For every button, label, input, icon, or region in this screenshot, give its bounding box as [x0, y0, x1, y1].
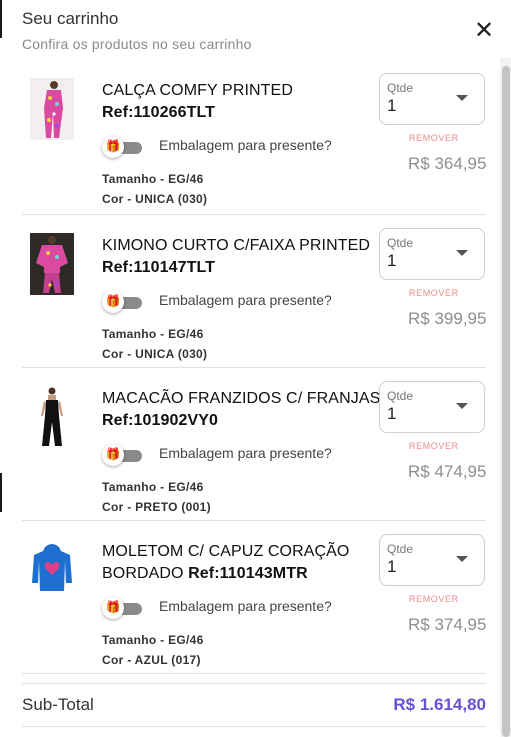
chevron-down-icon[interactable]: [456, 556, 468, 562]
product-ref: Ref:110147TLT: [102, 259, 216, 276]
product-title[interactable]: CALÇA COMFY PRINTED: [102, 82, 293, 99]
printed-kimono-image[interactable]: [30, 233, 74, 295]
remove-button[interactable]: REMOVER: [409, 133, 459, 143]
size-label: Tamanho - EG/46: [102, 480, 204, 494]
quantity-select[interactable]: Qtde 1: [379, 534, 485, 586]
gift-wrap-row: 🎁 Embalagem para presente?: [102, 597, 362, 619]
cart-item: MACACÃO FRANZIDOS C/ FRANJAS Ref:101902V…: [22, 368, 486, 521]
cart-items-list: CALÇA COMFY PRINTED Ref:110266TLT 🎁 Embal…: [22, 60, 486, 674]
gift-wrap-label: Embalagem para presente?: [159, 137, 332, 153]
gift-wrap-label: Embalagem para presente?: [159, 445, 332, 461]
color-label: Cor - UNICA (030): [102, 192, 208, 206]
quantity-label: Qtde: [387, 389, 414, 403]
chevron-down-icon[interactable]: [456, 403, 468, 409]
product-name[interactable]: MOLETOM C/ CAPUZ CORAÇÃO BORDADO Ref:110…: [102, 541, 387, 585]
chevron-down-icon[interactable]: [456, 95, 468, 101]
remove-button[interactable]: REMOVER: [409, 288, 459, 298]
gift-wrap-label: Embalagem para presente?: [159, 292, 332, 308]
product-name[interactable]: CALÇA COMFY PRINTED Ref:110266TLT: [102, 80, 387, 124]
quantity-label: Qtde: [387, 236, 414, 250]
quantity-select[interactable]: Qtde 1: [379, 73, 485, 125]
gift-icon: 🎁: [102, 444, 124, 466]
product-title[interactable]: MACACÃO FRANZIDOS C/ FRANJAS: [102, 390, 380, 407]
subtotal-value: R$ 1.614,80: [393, 695, 486, 714]
subtotal-row: Sub-Total R$ 1.614,80: [22, 683, 486, 727]
close-icon[interactable]: ✕: [472, 19, 496, 44]
gift-wrap-toggle[interactable]: 🎁: [102, 136, 142, 158]
size-label: Tamanho - EG/46: [102, 327, 204, 341]
quantity-label: Qtde: [387, 542, 414, 556]
cart-header: Seu carrinho Confira os produtos no seu …: [22, 8, 482, 52]
black-jumpsuit-image[interactable]: [30, 386, 74, 448]
cart-item: MOLETOM C/ CAPUZ CORAÇÃO BORDADO Ref:110…: [22, 521, 486, 674]
gift-wrap-row: 🎁 Embalagem para presente?: [102, 291, 362, 313]
product-ref: Ref:110143MTR: [188, 565, 308, 582]
blue-heart-hoodie-image[interactable]: [30, 539, 74, 601]
cart-item: CALÇA COMFY PRINTED Ref:110266TLT 🎁 Embal…: [22, 60, 486, 215]
gift-wrap-toggle[interactable]: 🎁: [102, 597, 142, 619]
cart-item: KIMONO CURTO C/FAIXA PRINTED Ref:110147TL…: [22, 215, 486, 368]
gift-wrap-row: 🎁 Embalagem para presente?: [102, 136, 362, 158]
size-label: Tamanho - EG/46: [102, 633, 204, 647]
product-name[interactable]: KIMONO CURTO C/FAIXA PRINTED Ref:110147TL…: [102, 235, 387, 279]
quantity-value[interactable]: 1: [387, 404, 396, 424]
gift-wrap-label: Embalagem para presente?: [159, 598, 332, 614]
scrollbar-thumb[interactable]: [502, 66, 510, 737]
quantity-select[interactable]: Qtde 1: [379, 381, 485, 433]
chevron-down-icon[interactable]: [456, 250, 468, 256]
product-ref: Ref:101902VY0: [102, 412, 219, 429]
quantity-select[interactable]: Qtde 1: [379, 228, 485, 280]
quantity-value[interactable]: 1: [387, 96, 396, 116]
remove-button[interactable]: REMOVER: [409, 594, 459, 604]
background-edge: [0, 0, 2, 737]
item-price: R$ 399,95: [408, 309, 487, 328]
color-label: Cor - AZUL (017): [102, 653, 201, 667]
product-title[interactable]: KIMONO CURTO C/FAIXA PRINTED: [102, 237, 370, 254]
size-label: Tamanho - EG/46: [102, 172, 204, 186]
gift-wrap-toggle[interactable]: 🎁: [102, 291, 142, 313]
product-ref: Ref:110266TLT: [102, 104, 216, 121]
remove-button[interactable]: REMOVER: [409, 441, 459, 451]
cart-title: Seu carrinho: [22, 9, 119, 28]
item-price: R$ 364,95: [408, 154, 487, 173]
quantity-label: Qtde: [387, 81, 414, 95]
product-name[interactable]: MACACÃO FRANZIDOS C/ FRANJAS Ref:101902V…: [102, 388, 387, 432]
gift-wrap-toggle[interactable]: 🎁: [102, 444, 142, 466]
quantity-value[interactable]: 1: [387, 557, 396, 577]
gift-wrap-row: 🎁 Embalagem para presente?: [102, 444, 362, 466]
gift-icon: 🎁: [102, 597, 124, 619]
gift-icon: 🎁: [102, 291, 124, 313]
gift-icon: 🎁: [102, 136, 124, 158]
quantity-value[interactable]: 1: [387, 251, 396, 271]
item-price: R$ 374,95: [408, 615, 487, 634]
subtotal-label: Sub-Total: [22, 695, 94, 714]
color-label: Cor - UNICA (030): [102, 347, 208, 361]
pink-printed-pants-image[interactable]: [30, 78, 74, 140]
item-price: R$ 474,95: [408, 462, 487, 481]
color-label: Cor - PRETO (001): [102, 500, 211, 514]
cart-subtitle: Confira os produtos no seu carrinho: [22, 36, 252, 52]
